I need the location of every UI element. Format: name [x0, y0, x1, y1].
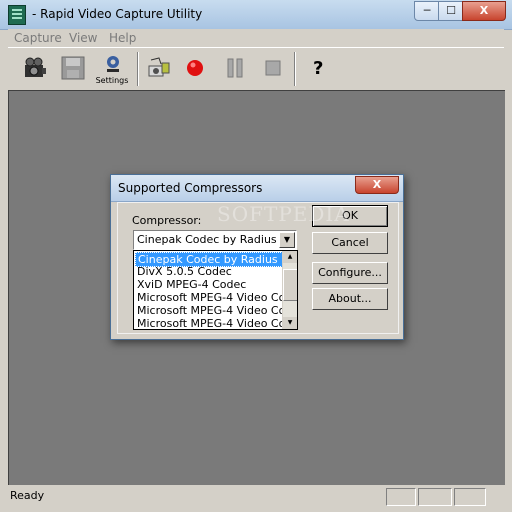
maximize-button[interactable]: ☐ — [438, 1, 464, 21]
dialog-close-button[interactable]: X — [355, 176, 399, 194]
settings-icon — [107, 56, 119, 72]
status-pane — [454, 488, 486, 506]
status-bar: Ready — [8, 486, 504, 506]
camera-button[interactable] — [18, 52, 52, 86]
capture-source-icon — [148, 57, 170, 77]
status-pane — [418, 488, 452, 506]
camera-icon — [25, 57, 46, 77]
watermark: SOFTPEDIA — [217, 202, 350, 226]
about-button[interactable]: About... — [312, 288, 388, 310]
list-item[interactable]: DivX 5.0.5 Codec — [135, 265, 232, 278]
scroll-thumb[interactable] — [283, 269, 297, 301]
record-button[interactable] — [178, 52, 212, 86]
close-button[interactable]: X — [462, 1, 506, 21]
capture-source-button[interactable] — [142, 52, 176, 86]
save-icon — [61, 56, 85, 80]
film-icon — [8, 5, 26, 25]
toolbar-separator — [294, 52, 296, 86]
scroll-up-icon[interactable]: ▲ — [283, 251, 297, 263]
help-icon: ? — [313, 58, 324, 79]
scroll-down-icon[interactable]: ▼ — [283, 317, 297, 329]
settings-button[interactable]: Settings — [94, 52, 130, 86]
configure-button[interactable]: Configure... — [312, 262, 388, 284]
settings-label: Settings — [95, 76, 129, 85]
list-item[interactable]: Microsoft MPEG-4 Video Codec — [135, 291, 297, 304]
toolbar-separator — [137, 52, 139, 86]
dialog-title: Supported Compressors — [118, 181, 263, 195]
save-button[interactable] — [56, 52, 90, 86]
stop-button[interactable] — [256, 52, 290, 86]
compressor-combobox[interactable]: Cinepak Codec by Radius ▼ — [133, 230, 297, 250]
window-title: - Rapid Video Capture Utility — [32, 7, 203, 21]
pause-icon — [227, 58, 243, 78]
pause-button[interactable] — [218, 52, 252, 86]
list-scrollbar[interactable]: ▲ ▼ — [282, 251, 297, 329]
list-item[interactable]: Microsoft MPEG-4 Video Codec — [135, 304, 297, 317]
minimize-button[interactable]: ─ — [414, 1, 440, 21]
compressor-label: Compressor: — [132, 214, 202, 227]
compressor-dropdown-list[interactable]: Cinepak Codec by Radius DivX 5.0.5 Codec… — [133, 250, 298, 330]
dialog-title-bar[interactable]: Supported Compressors X — [111, 175, 403, 202]
list-item[interactable]: Microsoft MPEG-4 Video Codec — [135, 317, 297, 329]
menu-capture[interactable]: Capture — [14, 31, 62, 45]
menu-bar: Capture View Help — [8, 29, 504, 47]
compressor-selected-value: Cinepak Codec by Radius — [137, 233, 277, 246]
chevron-down-icon[interactable]: ▼ — [279, 232, 295, 248]
menu-help[interactable]: Help — [109, 31, 136, 45]
menu-view[interactable]: View — [69, 31, 97, 45]
title-bar[interactable]: - Rapid Video Capture Utility ─ ☐ X — [0, 0, 512, 30]
status-pane — [386, 488, 416, 506]
help-button[interactable]: ? — [302, 52, 336, 86]
stop-icon — [265, 60, 281, 76]
toolbar: Settings ? — [8, 47, 504, 91]
cancel-button[interactable]: Cancel — [312, 232, 388, 254]
status-text: Ready — [10, 489, 45, 502]
supported-compressors-dialog: Supported Compressors X Compressor: Cine… — [110, 174, 404, 340]
list-item[interactable]: XviD MPEG-4 Codec — [135, 278, 246, 291]
record-icon — [187, 60, 203, 76]
